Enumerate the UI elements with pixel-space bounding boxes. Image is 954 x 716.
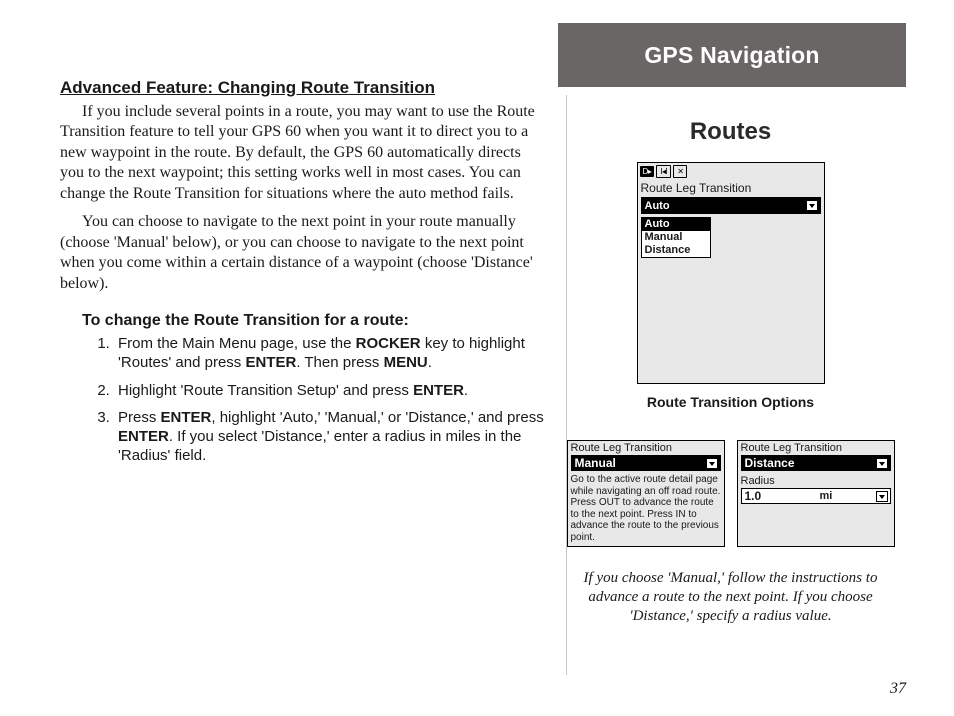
- tab-icon-1: D▸: [640, 166, 655, 177]
- main-content: Advanced Feature: Changing Route Transit…: [0, 0, 555, 716]
- radius-label: Radius: [738, 474, 894, 488]
- figure-1-caption: Route Transition Options: [647, 394, 814, 410]
- tab-icon-2: I◂I: [656, 165, 671, 178]
- dropdown-caret-icon: [706, 458, 718, 469]
- radius-field: 1.0 mi: [741, 488, 891, 504]
- option-manual: Manual: [642, 231, 710, 244]
- page-number: 37: [890, 680, 906, 698]
- figure-footnote: If you choose 'Manual,' follow the instr…: [555, 569, 906, 627]
- transition-selected: Auto: [645, 200, 670, 212]
- transition-options-list: Auto Manual Distance: [641, 217, 711, 258]
- radius-value: 1.0: [742, 489, 765, 503]
- steps-heading: To change the Route Transition for a rou…: [82, 312, 545, 330]
- tab-icon-3: ✕: [673, 165, 687, 178]
- step-3: Press ENTER, highlight 'Auto,' 'Manual,'…: [114, 408, 545, 466]
- radius-unit: mi: [820, 490, 833, 502]
- paragraph-1: If you include several points in a route…: [60, 102, 545, 204]
- route-leg-label: Route Leg Transition: [638, 180, 824, 197]
- manual-dropdown: Manual: [571, 455, 721, 471]
- feature-heading: Advanced Feature: Changing Route Transit…: [60, 78, 545, 98]
- step-2: Highlight 'Route Transition Setup' and p…: [114, 381, 545, 400]
- gps-tab-icons: D▸ I◂I ✕: [638, 163, 824, 180]
- option-distance: Distance: [642, 244, 710, 257]
- dropdown-caret-icon: [876, 458, 888, 469]
- step-1: From the Main Menu page, use the ROCKER …: [114, 334, 545, 372]
- figure-row: Route Leg Transition Manual Go to the ac…: [567, 440, 895, 547]
- page-title: Routes: [555, 118, 906, 146]
- distance-label: Route Leg Transition: [738, 441, 894, 455]
- paragraph-2: You can choose to navigate to the next p…: [60, 212, 545, 294]
- distance-dropdown: Distance: [741, 455, 891, 471]
- gps-screen-manual: Route Leg Transition Manual Go to the ac…: [567, 440, 725, 547]
- gps-screen-distance: Route Leg Transition Distance Radius 1.0…: [737, 440, 895, 547]
- manual-label: Route Leg Transition: [568, 441, 724, 455]
- sidebar: GPS Navigation Routes D▸ I◂I ✕ Route Leg…: [555, 0, 954, 716]
- section-header-bar: GPS Navigation: [558, 23, 906, 87]
- gps-screen-main: D▸ I◂I ✕ Route Leg Transition Auto Auto …: [637, 162, 825, 384]
- transition-dropdown: Auto: [641, 197, 821, 214]
- section-header-text: GPS Navigation: [644, 42, 819, 69]
- manual-description: Go to the active route detail page while…: [568, 474, 724, 546]
- dropdown-caret-icon: [876, 491, 888, 502]
- option-auto: Auto: [642, 218, 710, 231]
- figures-container: D▸ I◂I ✕ Route Leg Transition Auto Auto …: [555, 162, 906, 627]
- dropdown-caret-icon: [806, 200, 818, 211]
- steps-list: From the Main Menu page, use the ROCKER …: [114, 334, 545, 465]
